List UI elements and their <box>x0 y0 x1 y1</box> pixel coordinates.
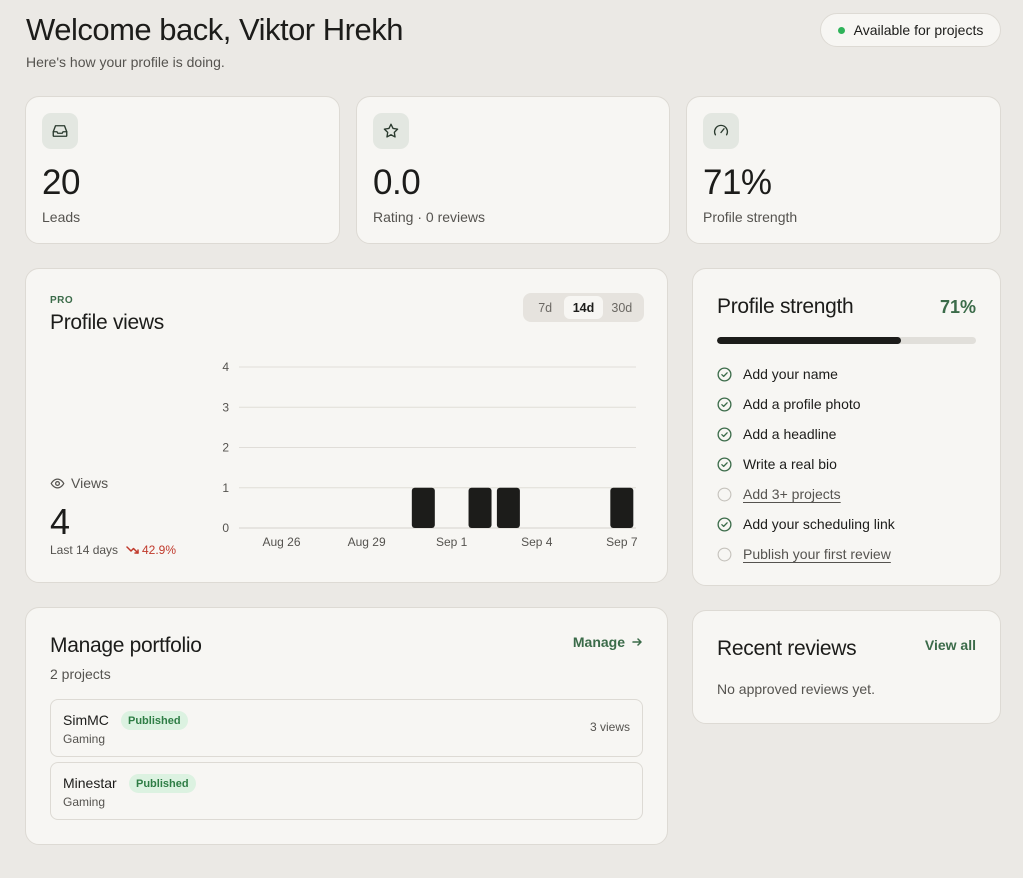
page-title: Welcome back, Viktor Hrekh <box>26 12 403 47</box>
checklist-item: Add your scheduling link <box>717 509 895 539</box>
project-row-minestar[interactable]: Minestar Published Gaming <box>50 762 643 820</box>
project-views: 3 views <box>589 720 630 734</box>
reviews-card: Recent reviews View all No approved revi… <box>692 610 1001 724</box>
checklist-label: Add your scheduling link <box>743 516 895 532</box>
gauge-icon <box>703 113 739 149</box>
view-all-link[interactable]: View all <box>925 637 976 653</box>
checklist-item[interactable]: Add 3+ projects <box>717 479 895 509</box>
project-category: Gaming <box>63 795 106 809</box>
check-circle-icon <box>717 516 732 532</box>
portfolio-card: Manage portfolio Manage 2 projects SimMC… <box>25 607 668 845</box>
availability-badge[interactable]: Available for projects <box>820 13 1001 47</box>
bar[interactable] <box>468 487 492 528</box>
project-name: SimMC <box>63 712 109 728</box>
profile-strength-checklist: Add your name Add a profile photo Add a he… <box>717 359 895 569</box>
checklist-label: Write a real bio <box>743 456 837 472</box>
availability-label: Available for projects <box>853 22 984 38</box>
profile-strength-bar-fill <box>717 337 901 344</box>
check-circle-icon <box>717 456 732 472</box>
y-tick-label: 4 <box>222 360 229 374</box>
status-badge: Published <box>129 774 196 793</box>
project-name: Minestar <box>63 775 117 791</box>
checklist-label: Add 3+ projects <box>743 486 841 502</box>
checklist-item: Add a headline <box>717 419 895 449</box>
profile-strength-percent: 71% <box>939 297 976 317</box>
y-tick-label: 0 <box>222 521 229 535</box>
manage-label: Manage <box>572 634 625 650</box>
checklist-label: Add a profile photo <box>743 396 861 412</box>
profile-strength-bar <box>717 337 976 344</box>
status-dot <box>837 26 845 34</box>
check-circle-icon <box>717 426 732 442</box>
bar[interactable] <box>610 487 634 528</box>
portfolio-title: Manage portfolio <box>50 634 202 657</box>
inbox-icon <box>42 113 78 149</box>
project-category: Gaming <box>63 732 106 746</box>
project-row-simmc[interactable]: SimMC Published Gaming 3 views <box>50 699 643 757</box>
x-tick-label: Sep 4 <box>521 535 553 549</box>
checklist-item: Write a real bio <box>717 449 895 479</box>
stat-card-leads: 20 Leads <box>25 96 340 244</box>
stat-label: Leads <box>42 209 81 225</box>
empty-circle-icon <box>717 547 732 561</box>
project-count: 2 projects <box>50 666 111 682</box>
stat-card-profile-strength: 71% Profile strength <box>686 96 1001 244</box>
checklist-label: Add a headline <box>743 426 837 442</box>
profile-views-card: PRO Profile views 7d 14d 30d Views 4 Las… <box>25 268 668 583</box>
checklist-item: Add a profile photo <box>717 389 895 419</box>
reviews-empty-message: No approved reviews yet. <box>717 681 875 697</box>
reviews-title: Recent reviews <box>717 637 857 660</box>
stat-card-rating: 0.0 Rating · 0 reviews <box>356 96 670 244</box>
check-circle-icon <box>717 396 732 412</box>
stat-value: 71% <box>703 163 772 202</box>
check-circle-icon <box>717 366 732 382</box>
bar[interactable] <box>411 487 435 528</box>
y-tick-label: 3 <box>222 400 229 414</box>
arrow-right-icon <box>632 638 642 646</box>
x-tick-label: Sep 1 <box>436 535 468 549</box>
y-tick-label: 1 <box>222 481 229 495</box>
stat-label: Profile strength <box>703 209 798 225</box>
x-tick-label: Aug 29 <box>348 535 386 549</box>
checklist-label: Add your name <box>743 366 838 382</box>
empty-circle-icon <box>717 487 732 501</box>
checklist-item[interactable]: Publish your first review <box>717 539 895 569</box>
stat-label: Rating · 0 reviews <box>373 209 486 225</box>
profile-strength-title: Profile strength <box>717 295 854 318</box>
checklist-label: Publish your first review <box>743 546 891 562</box>
y-tick-label: 2 <box>222 441 229 455</box>
manage-button[interactable]: Manage <box>573 634 643 650</box>
status-badge: Published <box>121 711 188 730</box>
star-icon <box>373 113 409 149</box>
views-chart: 0 1 2 3 4 Aug 26 Aug 29 Sep 1 Sep 4 Sep 7 <box>222 360 638 549</box>
bar[interactable] <box>496 487 520 528</box>
stat-value: 20 <box>42 163 80 202</box>
page-subtitle: Here's how your profile is doing. <box>26 54 225 70</box>
stat-value: 0.0 <box>373 163 421 202</box>
checklist-item: Add your name <box>717 359 895 389</box>
x-tick-label: Sep 7 <box>606 535 638 549</box>
x-tick-label: Aug 26 <box>263 535 301 549</box>
profile-strength-card: Profile strength 71% Add your name Add a … <box>692 268 1001 586</box>
